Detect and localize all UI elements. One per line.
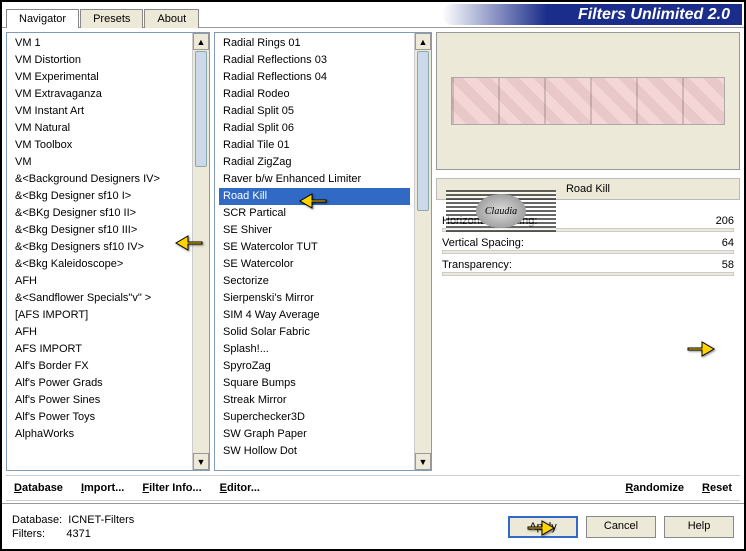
category-item[interactable]: AFS IMPORT (11, 341, 188, 358)
reset-link[interactable]: Reset (702, 482, 732, 494)
scroll-thumb[interactable] (195, 51, 207, 167)
category-item[interactable]: AlphaWorks (11, 426, 188, 443)
category-item[interactable]: Alf's Power Sines (11, 392, 188, 409)
app-title: Filters Unlimited 2.0 (442, 4, 742, 25)
category-item[interactable]: VM Extravaganza (11, 86, 188, 103)
slider-value: 58 (704, 259, 734, 271)
preview-image (436, 32, 740, 170)
slider-row: Vertical Spacing: 64 (436, 236, 740, 250)
slider-track[interactable] (442, 250, 734, 254)
slider-row: Transparency: 58 (436, 258, 740, 272)
slider-value: 64 (704, 237, 734, 249)
slider-label: Vertical Spacing: (442, 237, 602, 249)
filter-info-link[interactable]: Filter Info... (142, 482, 201, 494)
category-item[interactable]: VM Toolbox (11, 137, 188, 154)
filter-item[interactable]: Superchecker3D (219, 409, 410, 426)
tab-bar: Navigator Presets About (2, 2, 200, 27)
category-item[interactable]: Alf's Power Grads (11, 375, 188, 392)
filter-item[interactable]: Streak Mirror (219, 392, 410, 409)
filter-item[interactable]: Solid Solar Fabric (219, 324, 410, 341)
category-item[interactable]: VM Instant Art (11, 103, 188, 120)
category-item[interactable]: VM (11, 154, 188, 171)
action-bar: Database Import... Filter Info... Editor… (6, 475, 740, 501)
randomize-link[interactable]: Randomize (625, 482, 684, 494)
category-list[interactable]: VM 1VM DistortionVM ExperimentalVM Extra… (6, 32, 210, 471)
scroll-down-icon[interactable]: ▼ (193, 453, 209, 470)
category-item[interactable]: &<Background Designers IV> (11, 171, 188, 188)
filter-item[interactable]: Radial ZigZag (219, 154, 410, 171)
main-panel: VM 1VM DistortionVM ExperimentalVM Extra… (2, 28, 744, 503)
filters-count: 4371 (66, 528, 90, 540)
footer: Database: ICNET-Filters Filters: 4371 Ap… (2, 503, 744, 549)
filter-item[interactable]: Road Kill (219, 188, 410, 205)
database-link[interactable]: Database (14, 482, 63, 494)
scroll-up-icon[interactable]: ▲ (193, 33, 209, 50)
filter-item[interactable]: SE Watercolor TUT (219, 239, 410, 256)
category-item[interactable]: &<BKg Designer sf10 II> (11, 205, 188, 222)
filter-item[interactable]: Radial Reflections 03 (219, 52, 410, 69)
category-item[interactable]: &<Sandflower Specials"v" > (11, 290, 188, 307)
preview-panel: Claudia Road Kill Horizontal Spacing:206… (436, 32, 740, 471)
filter-item[interactable]: Raver b/w Enhanced Limiter (219, 171, 410, 188)
category-item[interactable]: [AFS IMPORT] (11, 307, 188, 324)
slider-track[interactable] (442, 228, 734, 232)
tab-presets[interactable]: Presets (80, 9, 143, 28)
filter-item[interactable]: SpyroZag (219, 358, 410, 375)
scrollbar[interactable]: ▲ ▼ (192, 33, 209, 470)
category-item[interactable]: AFH (11, 324, 188, 341)
filter-item[interactable]: SW Hollow Dot (219, 443, 410, 460)
db-value: ICNET-Filters (68, 514, 134, 526)
db-label: Database: (12, 514, 62, 526)
filter-item[interactable]: Radial Rings 01 (219, 35, 410, 52)
current-filter-name: Road Kill (436, 178, 740, 200)
category-item[interactable]: &<Bkg Designers sf10 IV> (11, 239, 188, 256)
help-button[interactable]: Help (664, 516, 734, 538)
filter-item[interactable]: Splash!... (219, 341, 410, 358)
filter-item[interactable]: Square Bumps (219, 375, 410, 392)
scroll-up-icon[interactable]: ▲ (415, 33, 431, 50)
category-item[interactable]: Alf's Border FX (11, 358, 188, 375)
category-item[interactable]: AFH (11, 273, 188, 290)
tab-about[interactable]: About (144, 9, 199, 28)
category-item[interactable]: VM Natural (11, 120, 188, 137)
category-item[interactable]: VM 1 (11, 35, 188, 52)
apply-button[interactable]: Apply (508, 516, 578, 538)
filter-item[interactable]: Radial Tile 01 (219, 137, 410, 154)
filter-list[interactable]: Radial Rings 01Radial Reflections 03Radi… (214, 32, 432, 471)
import-link[interactable]: Import... (81, 482, 124, 494)
filter-item[interactable]: Radial Reflections 04 (219, 69, 410, 86)
filter-item[interactable]: Radial Split 05 (219, 103, 410, 120)
category-item[interactable]: Alf's Power Toys (11, 409, 188, 426)
category-item[interactable]: &<Bkg Designer sf10 I> (11, 188, 188, 205)
scroll-thumb[interactable] (417, 51, 429, 211)
filters-label: Filters: (12, 528, 45, 540)
filter-item[interactable]: SIM 4 Way Average (219, 307, 410, 324)
tab-navigator[interactable]: Navigator (6, 9, 79, 28)
slider-value: 206 (704, 215, 734, 227)
sliders: Horizontal Spacing: 206 Vertical Spacing: 6… (436, 214, 740, 276)
filter-item[interactable]: SE Watercolor (219, 256, 410, 273)
category-item[interactable]: &<Bkg Designer sf10 III> (11, 222, 188, 239)
filter-item[interactable]: SW Graph Paper (219, 426, 410, 443)
slider-label: Horizontal Spacing: (442, 215, 602, 227)
slider-label: Transparency: (442, 259, 602, 271)
filter-item[interactable]: Radial Rodeo (219, 86, 410, 103)
slider-row: Horizontal Spacing: 206 (436, 214, 740, 228)
category-item[interactable]: VM Experimental (11, 69, 188, 86)
filter-item[interactable]: SCR Partical (219, 205, 410, 222)
filter-item[interactable]: Sectorize (219, 273, 410, 290)
header: Navigator Presets About Filters Unlimite… (2, 2, 744, 28)
category-item[interactable]: &<Bkg Kaleidoscope> (11, 256, 188, 273)
category-item[interactable]: VM Distortion (11, 52, 188, 69)
slider-track[interactable] (442, 272, 734, 276)
filter-item[interactable]: SE Shiver (219, 222, 410, 239)
filter-item[interactable]: Radial Split 06 (219, 120, 410, 137)
cancel-button[interactable]: Cancel (586, 516, 656, 538)
scrollbar[interactable]: ▲ ▼ (414, 33, 431, 470)
filter-item[interactable]: Sierpenski's Mirror (219, 290, 410, 307)
editor-link[interactable]: Editor... (220, 482, 260, 494)
scroll-down-icon[interactable]: ▼ (415, 453, 431, 470)
